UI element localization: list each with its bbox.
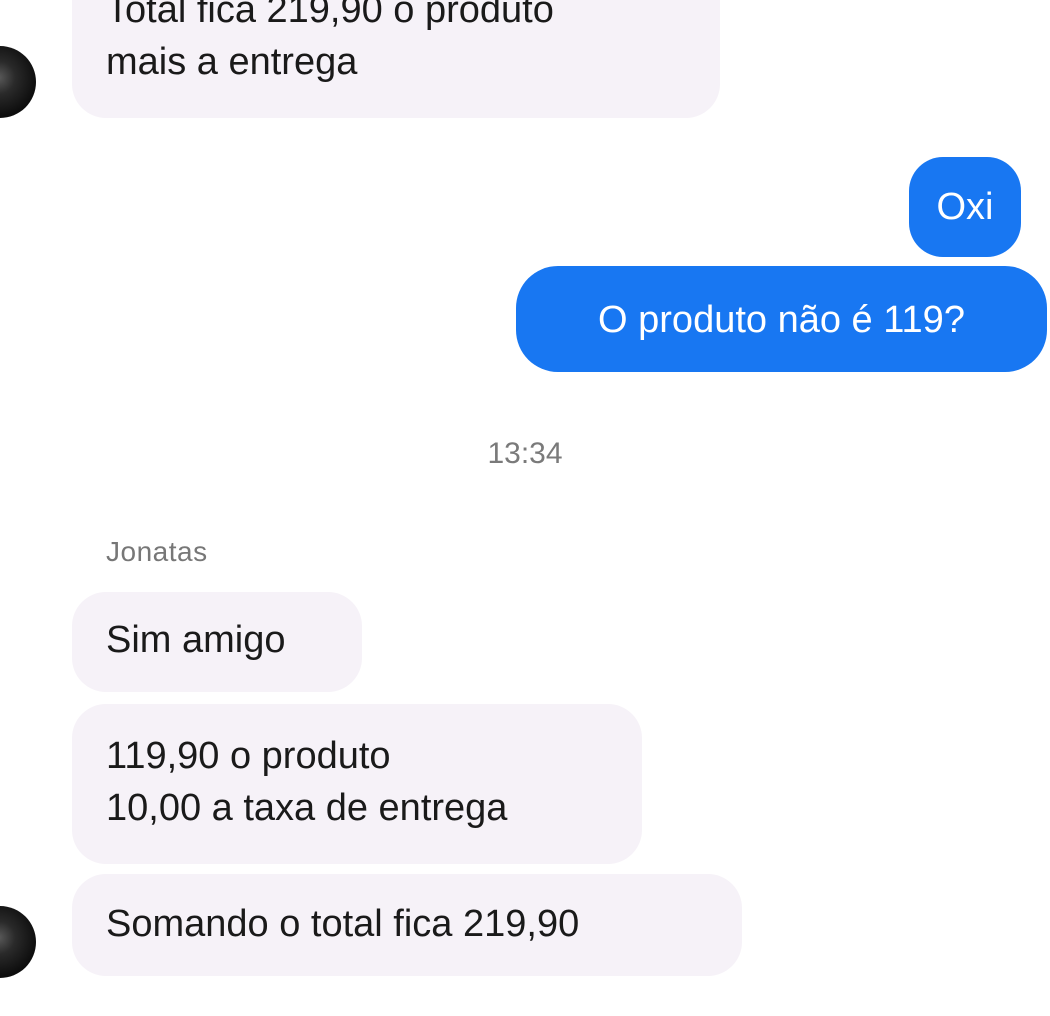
message-bubble-outgoing-oxi[interactable]: Oxi — [909, 157, 1021, 257]
message-timestamp: 13:34 — [487, 437, 563, 470]
message-bubble-incoming-2[interactable]: 119,90 o produto 10,00 a taxa de entrega — [72, 704, 642, 864]
contact-avatar-icon[interactable] — [0, 46, 36, 118]
message-bubble-incoming-1[interactable]: Sim amigo — [72, 592, 362, 692]
sender-name: Jonatas — [106, 536, 208, 567]
contact-avatar-icon[interactable] — [0, 906, 36, 978]
message-bubble-outgoing-question[interactable]: O produto não é 119? — [516, 266, 1047, 372]
message-bubble-previous[interactable]: Total fica 219,90 o produto mais a entre… — [72, 0, 720, 118]
message-bubble-incoming-3[interactable]: Somando o total fica 219,90 — [72, 874, 742, 976]
